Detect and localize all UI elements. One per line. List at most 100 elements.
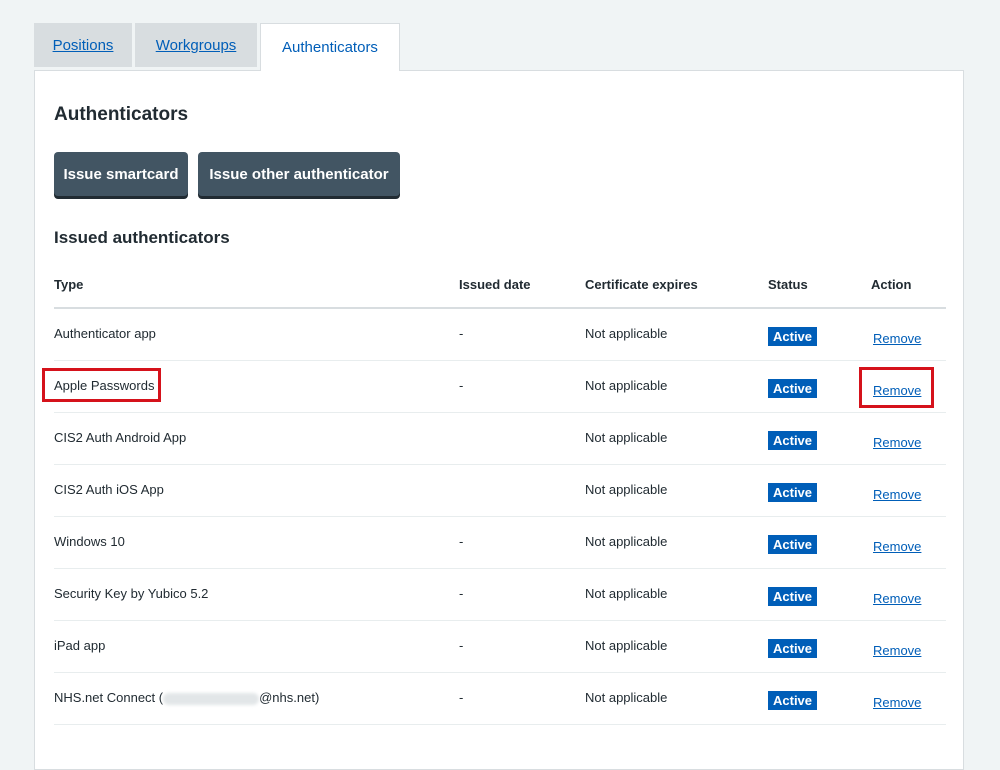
expires-text: Not applicable (585, 690, 668, 705)
tab-authenticators[interactable]: Authenticators (260, 23, 400, 71)
expires-text: Not applicable (585, 482, 668, 497)
type-prefix: NHS.net Connect ( (54, 690, 164, 705)
cell-certificate-expires: Not applicable (585, 516, 768, 569)
remove-link[interactable]: Remove (873, 435, 921, 450)
table-row: Windows 10 - Not applicable Active Remov… (54, 516, 946, 569)
expires-text: Not applicable (585, 378, 668, 393)
table-header-row: Type Issued date Certificate expires Sta… (54, 261, 946, 309)
page-title: Authenticators (54, 104, 189, 125)
expires-text: Not applicable (585, 638, 668, 653)
cell-certificate-expires: Not applicable (585, 568, 768, 621)
issue-other-authenticator-button[interactable]: Issue other authenticator (198, 152, 400, 196)
cell-issued-date: - (459, 516, 585, 569)
status-badge: Active (768, 379, 818, 398)
column-header-status: Status (768, 261, 871, 309)
column-header-issued-date: Issued date (459, 261, 585, 309)
cell-type: NHS.net Connect ( @nhs.net) (54, 672, 459, 725)
cell-action: Remove (871, 516, 946, 569)
cell-status: Active (768, 516, 871, 569)
cell-certificate-expires: Not applicable (585, 412, 768, 465)
type-text: CIS2 Auth Android App (54, 430, 187, 445)
table-row: Apple Passwords - Not applicable Active … (42, 360, 946, 413)
expires-text: Not applicable (585, 534, 668, 549)
cell-certificate-expires: Not applicable (585, 672, 768, 725)
cell-issued-date: - (459, 568, 585, 621)
cell-action: Remove (871, 568, 946, 621)
expires-text: Not applicable (585, 326, 668, 341)
column-header-certificate-expires: Certificate expires (585, 261, 768, 309)
cell-type: Security Key by Yubico 5.2 (54, 568, 459, 621)
remove-link[interactable]: Remove (873, 331, 921, 346)
type-suffix: @nhs.net) (259, 690, 320, 705)
cell-status: Active (768, 464, 871, 517)
type-text: Authenticator app (54, 326, 156, 341)
table-row: Security Key by Yubico 5.2 - Not applica… (54, 568, 946, 621)
cell-type: CIS2 Auth Android App (54, 412, 459, 465)
cell-issued-date: - (459, 360, 585, 413)
cell-issued-date: - (459, 308, 585, 361)
status-badge: Active (768, 327, 818, 346)
issued-date-text: - (459, 378, 464, 393)
cell-status: Active (768, 672, 871, 725)
table-row: Authenticator app - Not applicable Activ… (54, 308, 946, 361)
table-row: NHS.net Connect ( @nhs.net) - Not applica… (54, 672, 946, 725)
type-text: Apple Passwords (54, 378, 155, 393)
cell-action: Remove (871, 620, 946, 673)
issued-date-text: - (459, 638, 464, 653)
issued-date-text: - (459, 534, 464, 549)
issue-smartcard-button[interactable]: Issue smartcard (54, 152, 188, 196)
status-badge: Active (768, 535, 818, 554)
cell-certificate-expires: Not applicable (585, 308, 768, 361)
cell-type: CIS2 Auth iOS App (54, 464, 459, 517)
type-text: Security Key by Yubico 5.2 (54, 586, 209, 601)
cell-status: Active (768, 412, 871, 465)
table-row: CIS2 Auth Android App Not applicable Act… (54, 412, 946, 465)
expires-text: Not applicable (585, 430, 668, 445)
status-badge: Active (768, 691, 818, 710)
type-text: NHS.net Connect ( @nhs.net) (54, 690, 319, 705)
cell-status: Active (768, 568, 871, 621)
cell-type: iPad app (54, 620, 459, 673)
table-row: iPad app - Not applicable Active Remove (54, 620, 946, 673)
remove-link[interactable]: Remove (873, 487, 921, 502)
cell-issued-date (459, 464, 585, 517)
cell-certificate-expires: Not applicable (585, 360, 768, 413)
redacted-email (163, 692, 260, 705)
cell-action: Remove (871, 308, 946, 361)
status-badge: Active (768, 483, 818, 502)
issued-date-text: - (459, 586, 464, 601)
type-text: Windows 10 (54, 534, 125, 549)
tab-positions[interactable]: Positions (34, 23, 132, 67)
cell-issued-date: - (459, 620, 585, 673)
remove-link[interactable]: Remove (873, 383, 921, 398)
cell-certificate-expires: Not applicable (585, 620, 768, 673)
cell-type: Authenticator app (54, 308, 459, 361)
remove-link[interactable]: Remove (873, 695, 921, 710)
remove-link[interactable]: Remove (873, 643, 921, 658)
cell-type: Apple Passwords (42, 360, 459, 413)
cell-action: Remove (871, 412, 946, 465)
issued-authenticators-heading: Issued authenticators (54, 228, 230, 247)
issued-date-text: - (459, 690, 464, 705)
cell-issued-date (459, 412, 585, 465)
cell-certificate-expires: Not applicable (585, 464, 768, 517)
cell-action: Remove (859, 360, 946, 413)
authenticators-panel: Authenticators Issue smartcard Issue oth… (34, 70, 964, 770)
status-badge: Active (768, 639, 818, 658)
authenticators-table: Type Issued date Certificate expires Sta… (42, 261, 946, 725)
expires-text: Not applicable (585, 586, 668, 601)
column-header-type: Type (54, 261, 459, 309)
cell-status: Active (768, 620, 871, 673)
remove-link[interactable]: Remove (873, 591, 921, 606)
cell-issued-date: - (459, 672, 585, 725)
remove-link[interactable]: Remove (873, 539, 921, 554)
cell-action: Remove (871, 672, 946, 725)
cell-status: Active (768, 308, 871, 361)
tab-workgroups[interactable]: Workgroups (135, 23, 257, 67)
cell-status: Active (768, 360, 871, 413)
cell-type: Windows 10 (54, 516, 459, 569)
column-header-action: Action (871, 261, 946, 309)
type-text: iPad app (54, 638, 106, 653)
table-row: CIS2 Auth iOS App Not applicable Active … (54, 464, 946, 517)
status-badge: Active (768, 431, 818, 450)
